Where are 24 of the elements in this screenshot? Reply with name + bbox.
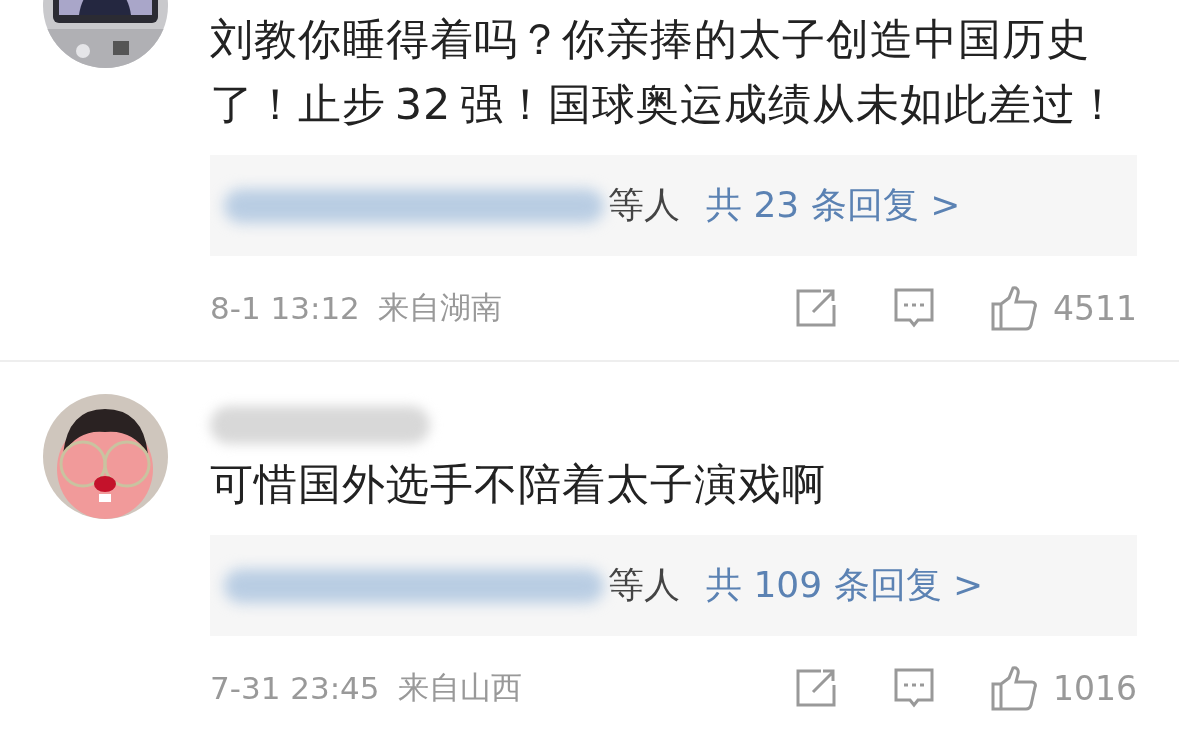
replies-link[interactable]: 共 109 条回复 > [706, 561, 984, 610]
comment-icon [893, 667, 935, 709]
comment-button[interactable] [893, 667, 935, 709]
comment-text: 刘教你睡得着吗？你亲捧的太子创造中国历史了！止步 32 强！国球奥运成绩从未如此差过！ [210, 13, 1122, 131]
thumbs-up-icon [991, 285, 1037, 331]
comment-time: 7-31 23:45 [210, 670, 380, 706]
share-icon [795, 288, 837, 328]
comment-text: 可惜国外选手不陪着太子演戏啊 [210, 458, 827, 511]
replies-suffix: 等人 [608, 183, 680, 227]
replies-link[interactable]: 共 23 条回复 > [706, 181, 961, 230]
like-button[interactable]: 4511 [991, 285, 1137, 331]
replies-panel[interactable]: 等人 共 109 条回复 > [210, 535, 1137, 636]
replies-suffix: 等人 [608, 563, 680, 607]
comment-time: 8-1 13:12 [210, 290, 360, 326]
share-icon [795, 668, 837, 708]
comment-button[interactable] [893, 287, 935, 329]
like-button[interactable]: 1016 [991, 665, 1137, 711]
comment-location: 来自湖南 [377, 289, 502, 325]
comment-location: 来自山西 [397, 669, 522, 705]
share-button[interactable] [795, 668, 837, 708]
thumbs-up-icon [991, 665, 1037, 711]
comment-icon [893, 287, 935, 329]
share-button[interactable] [795, 288, 837, 328]
replies-panel[interactable]: 等人 共 23 条回复 > [210, 155, 1137, 256]
